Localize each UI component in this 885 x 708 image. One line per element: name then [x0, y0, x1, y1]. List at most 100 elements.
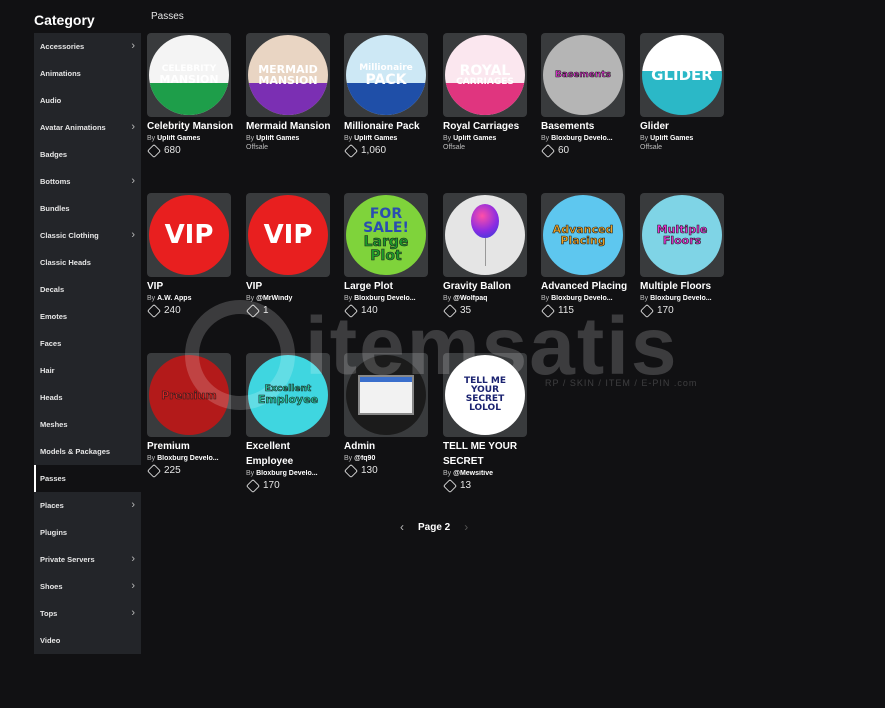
sidebar-item-avatar-animations[interactable]: Avatar Animations › [34, 114, 141, 141]
pass-name[interactable]: Large Plot [344, 279, 432, 294]
pass-creator[interactable]: By Uplift Games [147, 135, 235, 142]
pass-name[interactable]: VIP [246, 279, 334, 294]
sidebar-item-bottoms[interactable]: Bottoms › [34, 168, 141, 195]
creator-name[interactable]: @Mewsitive [453, 470, 493, 477]
pass-creator[interactable]: By Bloxburg Develo... [147, 455, 235, 462]
pass-creator[interactable]: By Uplift Games [443, 135, 531, 142]
pass-thumbnail[interactable] [443, 193, 527, 277]
creator-name[interactable]: Bloxburg Develo... [551, 295, 612, 302]
pass-creator[interactable]: By Bloxburg Develo... [541, 135, 629, 142]
sidebar-item-passes[interactable]: Passes [34, 465, 141, 492]
pass-thumbnail[interactable]: Multiple Floors [640, 193, 724, 277]
sidebar-item-places[interactable]: Places › [34, 492, 141, 519]
pass-thumbnail[interactable]: FOR SALE! Large Plot [344, 193, 428, 277]
pass-thumbnail[interactable]: Excellent Employee [246, 353, 330, 437]
sidebar-item-plugins[interactable]: Plugins [34, 519, 141, 546]
pass-thumbnail[interactable]: ROYAL CARRIAGES [443, 33, 527, 117]
sidebar-item-audio[interactable]: Audio [34, 87, 141, 114]
sidebar-item-accessories[interactable]: Accessories › [34, 33, 141, 60]
pass-name[interactable]: Gravity Ballon [443, 279, 531, 294]
pass-thumbnail[interactable]: GLIDER [640, 33, 724, 117]
pass-creator[interactable]: By @Mewsitive [443, 470, 531, 477]
pass-thumbnail[interactable]: Premium [147, 353, 231, 437]
sidebar-item-emotes[interactable]: Emotes [34, 303, 141, 330]
creator-name[interactable]: Uplift Games [650, 135, 693, 142]
pass-thumbnail[interactable]: Basements [541, 33, 625, 117]
pass-thumbnail[interactable]: Advanced Placing [541, 193, 625, 277]
sidebar-item-bundles[interactable]: Bundles [34, 195, 141, 222]
pass-name[interactable]: Basements [541, 119, 629, 134]
creator-name[interactable]: Bloxburg Develo... [650, 295, 711, 302]
pass-creator[interactable]: By A.W. Apps [147, 295, 235, 302]
pass-creator[interactable]: By @Wolfpaq [443, 295, 531, 302]
sidebar-item-shoes[interactable]: Shoes › [34, 573, 141, 600]
pass-name[interactable]: Royal Carriages [443, 119, 531, 134]
sidebar-item-meshes[interactable]: Meshes [34, 411, 141, 438]
pass-card[interactable]: CELEBRITY MANSION Celebrity Mansion By Upli… [146, 33, 237, 158]
pass-card[interactable]: VIP VIP By A.W. Apps 240 [146, 193, 237, 318]
pass-name[interactable]: Mermaid Mansion [246, 119, 334, 134]
pass-creator[interactable]: By Uplift Games [246, 135, 334, 142]
sidebar-item-animations[interactable]: Animations [34, 60, 141, 87]
pass-creator[interactable]: By Uplift Games [344, 135, 432, 142]
pass-thumbnail[interactable]: VIP [246, 193, 330, 277]
pass-card[interactable]: Advanced Placing Advanced Placing By Bloxbu… [540, 193, 631, 318]
pass-name[interactable]: Advanced Placing [541, 279, 629, 294]
pass-card[interactable]: FOR SALE! Large Plot Large Plot By Bloxburg D… [343, 193, 434, 318]
pass-thumbnail[interactable]: MERMAID MANSION [246, 33, 330, 117]
sidebar-item-classic-clothing[interactable]: Classic Clothing › [34, 222, 141, 249]
sidebar-item-video[interactable]: Video [34, 627, 141, 654]
pass-name[interactable]: VIP [147, 279, 235, 294]
pass-name[interactable]: Multiple Floors [640, 279, 728, 294]
pass-creator[interactable]: By @fq90 [344, 455, 432, 462]
pass-card[interactable]: Excellent Employee Excellent Employee By Bl… [245, 353, 336, 493]
pass-name[interactable]: Millionaire Pack [344, 119, 432, 134]
pass-name[interactable]: Premium [147, 439, 235, 454]
pass-card[interactable]: TELL ME YOUR SECRET LOLOL TELL ME YOUR SECRE… [442, 353, 533, 493]
pass-creator[interactable]: By Bloxburg Develo... [246, 470, 334, 477]
pass-thumbnail[interactable]: VIP [147, 193, 231, 277]
sidebar-item-private-servers[interactable]: Private Servers › [34, 546, 141, 573]
sidebar-item-hair[interactable]: Hair [34, 357, 141, 384]
sidebar-item-heads[interactable]: Heads [34, 384, 141, 411]
pass-card[interactable]: Admin By @fq90 130 [343, 353, 434, 478]
creator-name[interactable]: Uplift Games [354, 135, 397, 142]
creator-name[interactable]: @fq90 [354, 455, 375, 462]
chevron-right-icon[interactable]: › [464, 520, 468, 534]
chevron-left-icon[interactable]: ‹ [400, 520, 404, 534]
creator-name[interactable]: Bloxburg Develo... [256, 470, 317, 477]
pass-thumbnail[interactable]: TELL ME YOUR SECRET LOLOL [443, 353, 527, 437]
pass-thumbnail[interactable]: CELEBRITY MANSION [147, 33, 231, 117]
pass-name[interactable]: TELL ME YOUR SECRET [443, 439, 531, 469]
creator-name[interactable]: Bloxburg Develo... [551, 135, 612, 142]
creator-name[interactable]: Uplift Games [157, 135, 200, 142]
pass-card[interactable]: Gravity Ballon By @Wolfpaq 35 [442, 193, 533, 318]
pass-card[interactable]: Basements Basements By Bloxburg Develo... 6… [540, 33, 631, 158]
sidebar-item-decals[interactable]: Decals [34, 276, 141, 303]
pass-creator[interactable]: By Uplift Games [640, 135, 728, 142]
pass-creator[interactable]: By Bloxburg Develo... [541, 295, 629, 302]
creator-name[interactable]: @Wolfpaq [453, 295, 487, 302]
sidebar-item-faces[interactable]: Faces [34, 330, 141, 357]
sidebar-item-classic-heads[interactable]: Classic Heads [34, 249, 141, 276]
pass-card[interactable]: VIP VIP By @MrWindy 1 [245, 193, 336, 318]
creator-name[interactable]: A.W. Apps [157, 295, 191, 302]
pass-card[interactable]: ROYAL CARRIAGES Royal Carriages By Uplift G… [443, 33, 533, 151]
pass-thumbnail[interactable]: Millionaire PACK [344, 33, 428, 117]
sidebar-item-tops[interactable]: Tops › [34, 600, 141, 627]
pass-card[interactable]: Premium Premium By Bloxburg Develo... 225 [146, 353, 237, 478]
creator-name[interactable]: Uplift Games [256, 135, 299, 142]
pass-creator[interactable]: By @MrWindy [246, 295, 334, 302]
sidebar-item-badges[interactable]: Badges [34, 141, 141, 168]
creator-name[interactable]: Uplift Games [453, 135, 496, 142]
pass-name[interactable]: Admin [344, 439, 432, 454]
pass-creator[interactable]: By Bloxburg Develo... [640, 295, 728, 302]
pass-card[interactable]: Multiple Floors Multiple Floors By Bloxburg… [639, 193, 730, 318]
pass-card[interactable]: Millionaire PACK Millionaire Pack By Uplift… [343, 33, 434, 158]
pass-creator[interactable]: By Bloxburg Develo... [344, 295, 432, 302]
pass-name[interactable]: Excellent Employee [246, 439, 334, 469]
creator-name[interactable]: Bloxburg Develo... [157, 455, 218, 462]
pass-name[interactable]: Glider [640, 119, 728, 134]
pass-card[interactable]: MERMAID MANSION Mermaid Mansion By Uplift G… [246, 33, 336, 151]
creator-name[interactable]: @MrWindy [256, 295, 292, 302]
